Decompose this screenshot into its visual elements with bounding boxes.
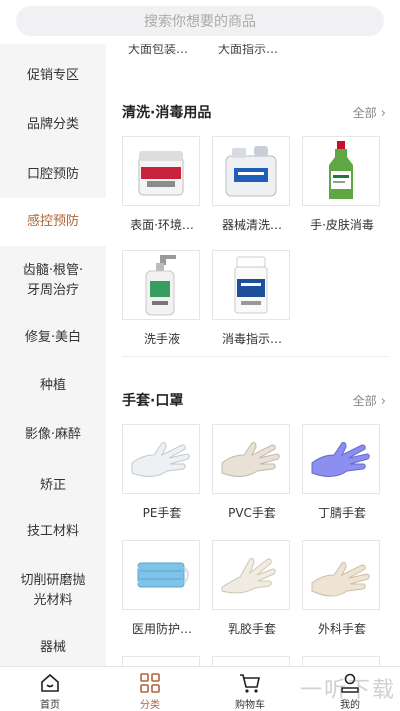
product-item[interactable] xyxy=(122,656,202,666)
clear-glove-icon xyxy=(122,424,200,494)
tab-home[interactable]: 首页 xyxy=(0,667,100,711)
product-name: 医用防护… xyxy=(131,622,192,636)
product-item[interactable]: 器械清洗… xyxy=(212,136,292,233)
product-item[interactable]: 手·皮肤消毒 xyxy=(302,136,382,233)
product-name: 消毒指示… xyxy=(221,332,282,346)
product-name: 表面·环境… xyxy=(130,218,194,232)
section-more-gloves[interactable]: 全部 xyxy=(353,392,386,409)
surgical-glove-icon xyxy=(302,540,380,610)
indicator-jar-icon xyxy=(212,250,290,320)
mask-icon xyxy=(122,540,200,610)
cut-product-name[interactable]: 大面指示… xyxy=(218,44,278,57)
tab-category[interactable]: 分类 xyxy=(100,667,200,711)
sidebar-item-restoration[interactable]: 修复·美白 xyxy=(0,314,106,362)
wipes-tub-icon xyxy=(122,136,200,206)
product-item[interactable] xyxy=(212,656,292,666)
product-thumb xyxy=(122,656,200,666)
pump-bottle-icon xyxy=(122,250,200,320)
section-title-cleaning: 清洗·消毒用品 xyxy=(122,105,212,121)
sidebar-item-endo[interactable]: 齿髓·根管· 牙周治疗 xyxy=(0,254,106,308)
cart-icon xyxy=(240,674,260,693)
category-sidebar: 促销专区 品牌分类 口腔预防 感控预防 齿髓·根管· 牙周治疗 修复·美白 种植… xyxy=(0,44,106,666)
sidebar-item-ortho[interactable]: 矫正 xyxy=(0,462,106,510)
sidebar-item-imaging[interactable]: 影像·麻醉 xyxy=(0,410,106,460)
product-thumb xyxy=(212,656,290,666)
product-item[interactable] xyxy=(302,656,382,666)
tab-label: 购物车 xyxy=(235,700,265,711)
home-icon xyxy=(41,673,59,692)
product-item[interactable]: 医用防护… xyxy=(122,540,202,637)
search-input[interactable]: 搜索你想要的商品 xyxy=(16,6,384,36)
product-panel: 大面包装… 大面指示… 清洗·消毒用品 全部 表面·环境… 器械清洗… 手·皮肤… xyxy=(106,44,400,666)
sidebar-item-lab[interactable]: 技工材料 xyxy=(0,508,106,556)
sidebar-item-implant[interactable]: 种植 xyxy=(0,362,106,410)
sidebar-item-brand[interactable]: 品牌分类 xyxy=(0,100,106,150)
product-name: 外科手套 xyxy=(317,622,366,636)
product-name: 洗手液 xyxy=(143,332,180,346)
product-name: 手·皮肤消毒 xyxy=(310,218,374,232)
tab-cart[interactable]: 购物车 xyxy=(200,667,300,711)
sidebar-item-instruments[interactable]: 器械 xyxy=(0,628,106,666)
tab-label: 分类 xyxy=(140,700,160,711)
tab-label: 首页 xyxy=(40,700,60,711)
section-divider xyxy=(122,356,388,357)
product-name: 乳胶手套 xyxy=(227,622,276,636)
cut-product-name[interactable]: 大面包装… xyxy=(128,44,188,57)
product-item[interactable]: 洗手液 xyxy=(122,250,202,347)
search-placeholder: 搜索你想要的商品 xyxy=(144,14,256,30)
cleaner-jug-icon xyxy=(212,136,290,206)
section-more-cleaning[interactable]: 全部 xyxy=(353,104,386,121)
product-item[interactable]: PVC手套 xyxy=(212,424,292,521)
watermark-text: 一听下载 xyxy=(299,678,396,703)
product-item[interactable]: 外科手套 xyxy=(302,540,382,637)
sidebar-item-infection-control[interactable]: 感控预防 xyxy=(0,198,106,246)
section-title-gloves: 手套·口罩 xyxy=(122,393,184,409)
product-name: 器械清洗… xyxy=(221,218,282,232)
pvc-glove-icon xyxy=(212,424,290,494)
product-item[interactable]: 乳胶手套 xyxy=(212,540,292,637)
green-bottle-icon xyxy=(302,136,380,206)
sidebar-item-promo[interactable]: 促销专区 xyxy=(0,44,106,108)
sidebar-item-oral-prevention[interactable]: 口腔预防 xyxy=(0,150,106,200)
product-item[interactable]: 丁腈手套 xyxy=(302,424,382,521)
sidebar-item-polishing[interactable]: 切削研磨抛 光材料 xyxy=(0,564,106,618)
blue-glove-icon xyxy=(302,424,380,494)
product-item[interactable]: 表面·环境… xyxy=(122,136,202,233)
product-name: 丁腈手套 xyxy=(317,506,366,520)
product-item[interactable]: 消毒指示… xyxy=(212,250,292,347)
search-bar: 搜索你想要的商品 xyxy=(0,0,400,44)
product-name: PE手套 xyxy=(142,506,182,520)
product-thumb xyxy=(302,656,380,666)
product-name: PVC手套 xyxy=(228,506,276,520)
latex-glove-icon xyxy=(212,540,290,610)
category-icon xyxy=(140,673,160,693)
product-item[interactable]: PE手套 xyxy=(122,424,202,521)
